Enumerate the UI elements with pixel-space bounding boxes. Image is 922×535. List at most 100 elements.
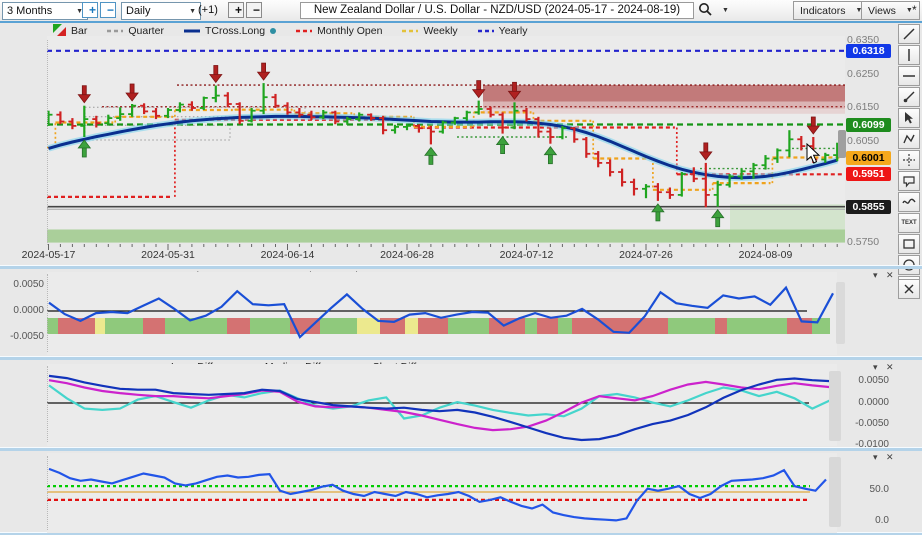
legend-item-tcross-long[interactable]: TCross.Long bbox=[184, 25, 276, 37]
panel-close-glyph[interactable]: ✕ bbox=[886, 453, 894, 462]
move-tool-icon bbox=[902, 153, 916, 167]
search-caret-icon[interactable]: ▼ bbox=[722, 7, 729, 14]
indicators-button-label: Indicators bbox=[800, 5, 846, 17]
price-level-badge: 0.6318 bbox=[846, 44, 891, 58]
rectangle-tool-icon bbox=[902, 237, 916, 251]
x-axis-date-label: 2024-07-26 bbox=[610, 249, 682, 261]
plot-left-edge bbox=[47, 456, 49, 530]
plot-background bbox=[47, 453, 837, 533]
panel-collapse-button[interactable]: ▾ bbox=[873, 453, 878, 462]
panel-axis-label: -0.0050 bbox=[845, 418, 889, 429]
x-axis-date-label: 2024-08-09 bbox=[730, 249, 802, 261]
neuralx-max-strip-segment bbox=[489, 318, 525, 334]
range-select-label: 3 Months bbox=[7, 5, 52, 17]
pointer-tool-button[interactable] bbox=[898, 108, 920, 128]
plot-left-edge bbox=[47, 366, 49, 442]
x-axis-date-label: 2024-06-28 bbox=[371, 249, 443, 261]
neuralx-max-strip-segment bbox=[525, 318, 537, 334]
search-icon[interactable] bbox=[698, 2, 713, 22]
legend-item-quarter[interactable]: Quarter bbox=[107, 25, 164, 37]
range-select[interactable]: 3 Months ▼ bbox=[2, 2, 88, 20]
support-band bbox=[47, 230, 845, 243]
horizontal-line-tool-button[interactable] bbox=[898, 66, 920, 86]
neuralx-max-strip-segment bbox=[250, 318, 290, 334]
zoom-in-button[interactable]: + bbox=[82, 2, 98, 18]
modified-star: * bbox=[912, 3, 917, 17]
neuralx-max-strip-segment bbox=[448, 318, 489, 334]
panel-scroll-thumb[interactable] bbox=[829, 457, 841, 527]
panel-scroll-thumb[interactable] bbox=[829, 371, 841, 441]
neuralx-max-strip-segment bbox=[558, 318, 572, 334]
legend-item-monthly-open[interactable]: Monthly Open bbox=[296, 25, 382, 37]
rsi-panel-canvas[interactable] bbox=[47, 453, 837, 533]
chart-application-window: 3 Months ▼ + − Daily ▼ (+1) + − New Zeal… bbox=[0, 0, 922, 535]
trendline-tool-button[interactable] bbox=[898, 24, 920, 44]
legend-item-yearly[interactable]: Yearly bbox=[478, 25, 528, 37]
legend-label: Bar bbox=[71, 25, 87, 37]
price-tick-label: 0.6050 bbox=[847, 135, 889, 147]
panel-axis-label: 0.0000 bbox=[845, 397, 889, 408]
mouse-cursor bbox=[806, 143, 822, 165]
legend-label: Monthly Open bbox=[317, 25, 382, 37]
neuralx-max-strip-segment bbox=[715, 318, 727, 334]
neuralx-max-strip-segment bbox=[727, 318, 787, 334]
diff-panel-canvas[interactable] bbox=[47, 364, 837, 446]
callout-tool-button[interactable] bbox=[898, 171, 920, 191]
price-chart-canvas[interactable] bbox=[47, 36, 845, 250]
neuralx-max-strip-segment bbox=[320, 318, 357, 334]
panel-collapse-button[interactable]: ▾ bbox=[873, 271, 878, 280]
price-level-badge: 0.6099 bbox=[846, 118, 891, 132]
views-button-label: Views bbox=[868, 5, 896, 17]
panel-axis-label: 0.0050 bbox=[845, 375, 889, 386]
rectangle-tool-button[interactable] bbox=[898, 234, 920, 254]
panel-scroll-thumb[interactable] bbox=[836, 282, 845, 344]
period-select[interactable]: Daily ▼ bbox=[121, 2, 201, 20]
neuralx-max-strip-segment bbox=[812, 318, 830, 334]
neuralx-max-strip-segment bbox=[787, 318, 812, 334]
legend-item-weekly[interactable]: Weekly bbox=[402, 25, 457, 37]
zoom-out-button[interactable]: − bbox=[100, 2, 116, 18]
period-select-label: Daily bbox=[126, 5, 150, 17]
panel-separator bbox=[0, 447, 922, 451]
neuralx-max-strip-segment bbox=[537, 318, 558, 334]
neuralx-max-strip-segment bbox=[105, 318, 143, 334]
price-axis-scroll-thumb[interactable] bbox=[838, 130, 846, 158]
vertical-line-tool-icon bbox=[902, 48, 916, 62]
neuralx-max-strip-segment bbox=[143, 318, 165, 334]
wave-tool-button[interactable] bbox=[898, 192, 920, 212]
offset-label: (+1) bbox=[198, 4, 218, 16]
panel-close-button[interactable] bbox=[898, 279, 920, 299]
top-toolbar: 3 Months ▼ + − Daily ▼ (+1) + − New Zeal… bbox=[0, 0, 922, 23]
period-plus-button[interactable]: + bbox=[228, 2, 244, 18]
panel-close-glyph[interactable]: ✕ bbox=[886, 363, 894, 372]
close-icon bbox=[903, 283, 915, 295]
resistance-zone-light bbox=[483, 102, 845, 109]
line-swatch-icon bbox=[184, 28, 200, 34]
move-tool-button[interactable] bbox=[898, 150, 920, 170]
price-level-badge: 0.6001 bbox=[846, 151, 891, 165]
neuralx-panel-canvas[interactable] bbox=[47, 272, 837, 355]
neuralx-max-strip-segment bbox=[227, 318, 250, 334]
chart-title[interactable]: New Zealand Dollar / U.S. Dollar - NZD/U… bbox=[300, 2, 694, 19]
legend-label: Quarter bbox=[128, 25, 164, 37]
price-tick-label: 0.5750 bbox=[847, 236, 889, 248]
polyline-tool-icon bbox=[902, 132, 916, 146]
neuralx-max-strip-segment bbox=[418, 318, 448, 334]
resistance-zone-dark bbox=[483, 85, 845, 102]
info-dot-icon[interactable] bbox=[270, 28, 276, 34]
period-minus-button[interactable]: − bbox=[246, 2, 262, 18]
panel-separator bbox=[0, 265, 922, 269]
ray-tool-button[interactable] bbox=[898, 87, 920, 107]
text-tool-button[interactable]: TEXT bbox=[898, 213, 920, 233]
plot-left-edge bbox=[47, 40, 49, 245]
plot-background bbox=[47, 364, 837, 446]
neuralx-max-strip-segment bbox=[165, 318, 227, 334]
polyline-tool-button[interactable] bbox=[898, 129, 920, 149]
vertical-line-tool-button[interactable] bbox=[898, 45, 920, 65]
views-button[interactable]: Views ▼ bbox=[861, 1, 920, 20]
indicators-button[interactable]: Indicators ▼ bbox=[793, 1, 869, 20]
panel-collapse-button[interactable]: ▾ bbox=[873, 363, 878, 372]
panel-close-glyph[interactable]: ✕ bbox=[886, 271, 894, 280]
legend-label: Yearly bbox=[499, 25, 528, 37]
text-tool-icon: TEXT bbox=[901, 220, 916, 226]
